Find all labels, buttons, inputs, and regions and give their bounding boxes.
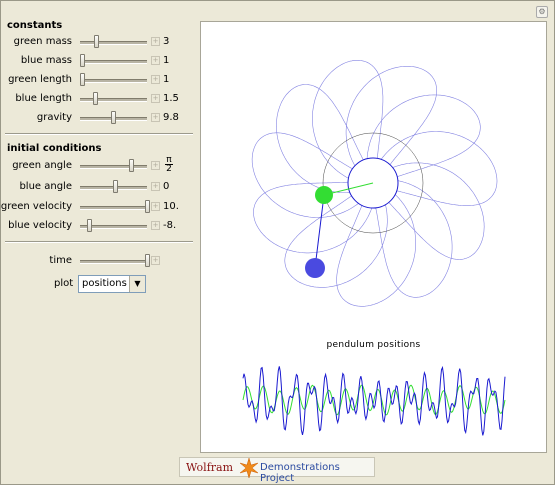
slider-track[interactable]: [80, 165, 147, 169]
options-gear-icon[interactable]: ⚙: [536, 6, 548, 18]
slider-thumb[interactable]: [86, 219, 92, 232]
pendulum-visualization: [242, 60, 506, 436]
slider-track[interactable]: [80, 41, 147, 45]
slider-blue-angle[interactable]: blue angle + 0: [1, 178, 197, 196]
blue-bob: [305, 258, 325, 278]
plot-control: plot positions ▼: [1, 273, 197, 295]
slider-green-velocity[interactable]: green velocity + 10.: [1, 198, 197, 216]
initial-conditions-heading: initial conditions: [7, 143, 102, 154]
slider-label: blue length: [15, 93, 72, 104]
slider-gravity[interactable]: gravity + 9.8: [1, 109, 197, 127]
expand-plus-icon[interactable]: +: [151, 161, 160, 170]
slider-value: 1: [163, 74, 170, 85]
slider-blue-length[interactable]: blue length + 1.5: [1, 90, 197, 108]
fraction-numerator: π: [166, 155, 172, 165]
fraction-denominator: 2: [165, 164, 173, 174]
output-view: pendulum positions: [200, 21, 547, 453]
slider-label: green velocity: [0, 201, 72, 212]
slider-value: 0: [163, 181, 170, 192]
expand-plus-icon[interactable]: +: [151, 37, 160, 46]
slider-value: 1: [163, 55, 170, 66]
dropdown-arrow-icon[interactable]: ▼: [129, 276, 145, 292]
slider-time[interactable]: time +: [1, 252, 197, 270]
expand-plus-icon[interactable]: +: [151, 113, 160, 122]
slider-label: green angle: [12, 160, 72, 171]
slider-value: -8.: [163, 220, 177, 231]
section-divider: [5, 133, 193, 135]
slider-label: gravity: [36, 112, 72, 123]
slider-value: 10.: [163, 201, 179, 212]
slider-thumb[interactable]: [145, 254, 150, 267]
slider-blue-mass[interactable]: blue mass + 1: [1, 52, 197, 70]
green-bob: [315, 186, 333, 204]
demo-window: ⚙ constants green mass + 3 blue mass + 1…: [0, 0, 555, 485]
expand-plus-icon[interactable]: +: [151, 56, 160, 65]
positions-plot-title: pendulum positions: [326, 340, 421, 350]
slider-green-angle[interactable]: green angle + π 2: [1, 155, 197, 175]
slider-track[interactable]: [80, 206, 147, 210]
slider-value: 1.5: [163, 93, 179, 104]
slider-thumb[interactable]: [94, 35, 100, 48]
plot-dropdown[interactable]: positions ▼: [78, 275, 146, 293]
plot-selected-value: positions: [82, 278, 127, 289]
blue-rod: [314, 194, 325, 269]
slider-blue-velocity[interactable]: blue velocity + -8.: [1, 217, 197, 235]
slider-value-fraction: π 2: [165, 155, 173, 174]
slider-label: time: [49, 255, 72, 266]
plot-label: plot: [54, 278, 74, 289]
slider-value: 3: [163, 36, 170, 47]
expand-plus-icon[interactable]: +: [151, 182, 160, 191]
slider-label: green mass: [13, 36, 72, 47]
slider-label: blue velocity: [8, 220, 72, 231]
controls-panel: constants green mass + 3 blue mass + 1 g…: [1, 1, 197, 456]
slider-track[interactable]: [80, 79, 147, 83]
slider-track[interactable]: [80, 98, 147, 102]
slider-thumb[interactable]: [128, 159, 134, 172]
demonstrations-project-link: Demonstrations Project: [260, 462, 340, 484]
expand-plus-icon[interactable]: +: [151, 256, 160, 265]
slider-green-mass[interactable]: green mass + 3: [1, 33, 197, 51]
slider-thumb[interactable]: [110, 111, 116, 124]
constants-heading: constants: [7, 20, 63, 31]
slider-thumb[interactable]: [80, 54, 85, 67]
slider-label: green length: [8, 74, 72, 85]
slider-thumb[interactable]: [93, 92, 98, 105]
slider-label: blue angle: [19, 181, 72, 192]
wolfram-footer[interactable]: Wolfram Demonstrations Project: [179, 457, 375, 484]
slider-label: blue mass: [20, 55, 72, 66]
wolfram-spikey-icon: [239, 458, 259, 478]
slider-value: 9.8: [163, 112, 179, 123]
slider-thumb[interactable]: [80, 73, 85, 86]
slider-thumb[interactable]: [145, 200, 150, 213]
wolfram-brand: Wolfram: [186, 461, 234, 474]
expand-plus-icon[interactable]: +: [151, 94, 160, 103]
expand-plus-icon[interactable]: +: [151, 202, 160, 211]
expand-plus-icon[interactable]: +: [151, 75, 160, 84]
slider-green-length[interactable]: green length + 1: [1, 71, 197, 89]
section-divider: [5, 241, 193, 243]
slider-thumb[interactable]: [112, 180, 118, 193]
slider-track[interactable]: [80, 260, 147, 264]
slider-track[interactable]: [80, 60, 147, 64]
expand-plus-icon[interactable]: +: [151, 221, 160, 230]
